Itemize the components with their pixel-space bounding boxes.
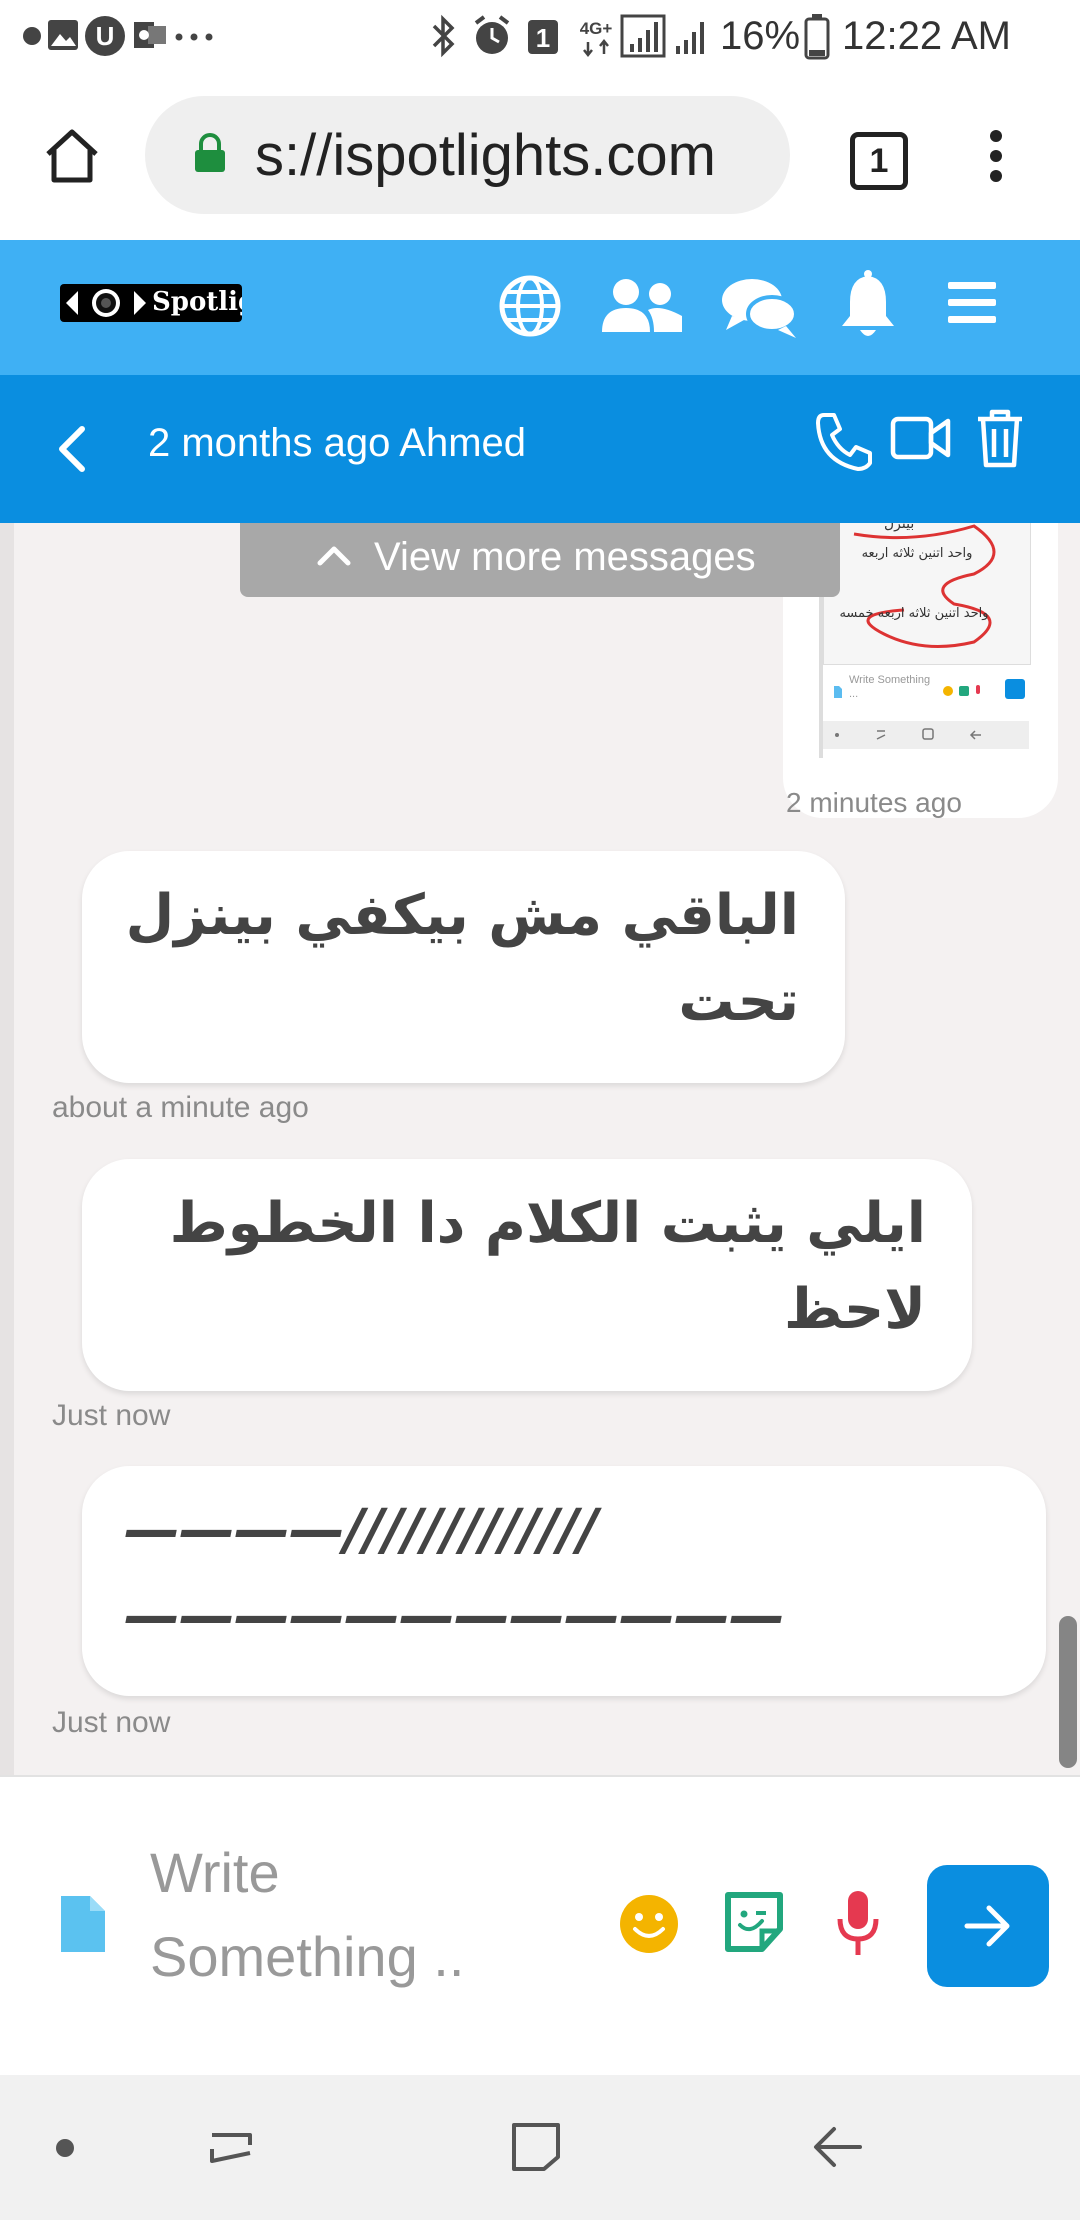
chat-title: 2 months ago Ahmed — [148, 421, 527, 465]
sticker-icon[interactable] — [722, 1889, 786, 1955]
url-text: s://ispotlights.com — [255, 123, 716, 188]
placeholder-line: Write — [150, 1841, 280, 1904]
more-dots-icon — [175, 33, 213, 41]
battery-icon — [804, 14, 830, 60]
dot-icon[interactable] — [54, 2137, 76, 2159]
placeholder-line: Something .. — [150, 1925, 465, 1988]
home-icon[interactable] — [42, 126, 102, 186]
message-timestamp: Just now — [52, 1706, 171, 1739]
chat-header: 2 months ago Ahmed — [0, 375, 1080, 523]
thumb-line-2: واحد اتنين ثلاثه اربعه — [861, 546, 973, 561]
message-bubble[interactable]: ايلي يثبت الكلام دا الخطوط لاحظ — [82, 1159, 972, 1391]
message-bubble[interactable]: الباقي مش بيكفي بينزل تحت — [82, 851, 845, 1083]
message-line: لاحظ — [783, 1277, 926, 1342]
smiley-icon[interactable] — [618, 1893, 680, 1955]
chat-icon[interactable] — [720, 276, 800, 340]
screenshot-thumbnail: بينزل واحد اتنين ثلاثه اربعه واحد اتنين … — [823, 523, 1031, 665]
image-timestamp: 2 minutes ago — [786, 787, 962, 818]
hamburger-icon[interactable] — [946, 280, 998, 326]
status-bar: U 1 4G+ 16% 12:22 AM — [0, 0, 1080, 76]
globe-icon[interactable] — [498, 274, 562, 338]
message-line: الباقي مش بيكفي بينزل — [125, 883, 799, 948]
outlook-icon — [134, 22, 166, 48]
video-icon[interactable] — [890, 413, 952, 463]
thumb-send — [1005, 679, 1025, 699]
message-line: ————///////////// — [124, 1498, 598, 1563]
message-timestamp: about a minute ago — [52, 1091, 309, 1124]
system-nav-bar — [0, 2075, 1080, 2220]
view-more-label: View more messages — [374, 535, 756, 579]
mic-icon[interactable] — [836, 1889, 880, 1959]
message-line: ———————————— — [124, 1584, 785, 1649]
phone-icon[interactable] — [814, 411, 872, 471]
message-timestamp: Just now — [52, 1399, 171, 1432]
back-arrow-icon[interactable] — [810, 2123, 866, 2171]
red-scribble-icon — [853, 524, 996, 648]
svg-text:1: 1 — [536, 23, 550, 53]
home-square-icon[interactable] — [508, 2119, 564, 2175]
address-bar[interactable]: s://ispotlights.com — [145, 96, 790, 214]
gallery-icon — [48, 20, 78, 50]
clock: 12:22 AM — [842, 14, 1012, 58]
message-text: ايلي يثبت الكلام دا الخطوط لاحظ — [170, 1181, 926, 1353]
logo-eye-icon — [66, 289, 146, 317]
menu-dots-icon[interactable] — [980, 128, 1012, 184]
bell-icon[interactable] — [838, 270, 898, 342]
thumb-line-1: بينزل — [884, 523, 915, 532]
u-app-icon: U — [85, 16, 125, 56]
tab-switcher-button[interactable]: 1 — [850, 132, 908, 190]
svg-text:U: U — [96, 21, 115, 51]
message-line: تحت — [678, 969, 799, 1034]
network-type-icon: 4G+ — [580, 19, 613, 58]
send-button[interactable] — [927, 1865, 1049, 1987]
trash-icon[interactable] — [974, 407, 1026, 469]
scrollbar-thumb[interactable] — [1059, 1616, 1077, 1768]
message-composer: Write Something .. — [0, 1775, 1080, 2075]
alarm-icon — [474, 15, 510, 54]
thumb-write-label: Write Something ... — [849, 674, 931, 700]
site-logo[interactable]: Spotlig — [60, 284, 242, 322]
file-icon[interactable] — [58, 1893, 108, 1955]
message-input[interactable]: Write Something .. — [150, 1831, 550, 1999]
arrow-right-icon — [964, 1905, 1010, 1947]
thumb-nav — [823, 721, 1029, 749]
android-notification-icon — [23, 27, 41, 45]
logo-text: Spotlig — [152, 287, 242, 317]
signal-icon — [620, 14, 666, 58]
svg-text:4G+: 4G+ — [580, 19, 613, 38]
thumb-nav-icons — [835, 728, 981, 740]
browser-toolbar: s://ispotlights.com 1 — [0, 76, 1080, 240]
thumb-composer-icons — [943, 685, 980, 696]
back-icon[interactable] — [54, 423, 90, 475]
recent-apps-icon[interactable] — [206, 2121, 258, 2173]
message-text: الباقي مش بيكفي بينزل تحت — [126, 873, 799, 1045]
users-icon[interactable] — [600, 276, 684, 336]
chevron-up-icon — [317, 546, 351, 566]
drawer-edge — [0, 523, 14, 1775]
composer-divider — [0, 1775, 1080, 1777]
message-text: ————///////////// ———————————— — [124, 1488, 785, 1660]
sim-icon: 1 — [528, 20, 558, 54]
lock-icon — [195, 133, 225, 172]
battery-percent: 16% — [720, 14, 801, 58]
message-list[interactable]: بينزل واحد اتنين ثلاثه اربعه واحد اتنين … — [0, 523, 1080, 1775]
bluetooth-icon — [432, 14, 455, 58]
message-line: ايلي يثبت الكلام دا الخطوط — [169, 1191, 926, 1256]
signal-icon-2 — [676, 22, 704, 54]
message-bubble[interactable]: ————///////////// ———————————— — [82, 1466, 1046, 1696]
site-header: Spotlig — [0, 240, 1080, 375]
thumb-composer: Write Something ... — [823, 669, 1029, 717]
thumb-file-icon — [834, 686, 842, 698]
thumb-line-3: واحد اتنين ثلاثه اربعه خمسه — [839, 606, 989, 621]
view-more-messages-button[interactable]: View more messages — [240, 523, 840, 597]
